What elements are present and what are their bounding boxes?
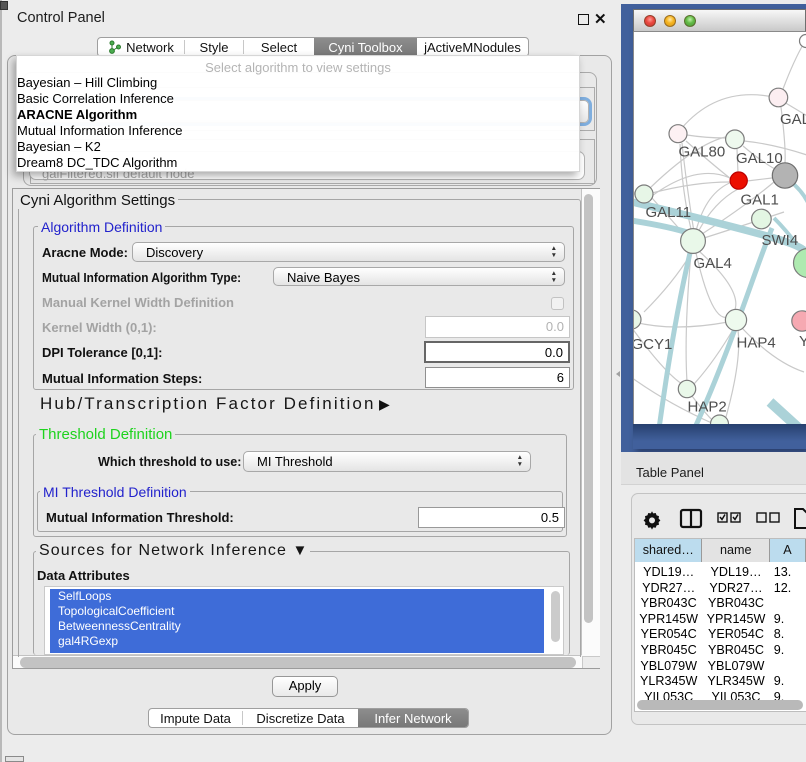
svg-text:GCY1: GCY1: [634, 336, 672, 353]
svg-text:GAL80: GAL80: [679, 144, 726, 161]
svg-text:GAL1: GAL1: [741, 192, 779, 209]
svg-text:HAP4: HAP4: [737, 335, 776, 352]
svg-text:GAL4: GAL4: [694, 255, 732, 272]
svg-text:GAL7: GAL7: [780, 111, 806, 128]
svg-text:Y: Y: [799, 333, 806, 350]
svg-text:GAL10: GAL10: [736, 150, 783, 167]
svg-text:SWI4: SWI4: [762, 232, 799, 249]
svg-text:GAL11: GAL11: [646, 204, 692, 221]
svg-text:HAP2: HAP2: [688, 399, 727, 416]
